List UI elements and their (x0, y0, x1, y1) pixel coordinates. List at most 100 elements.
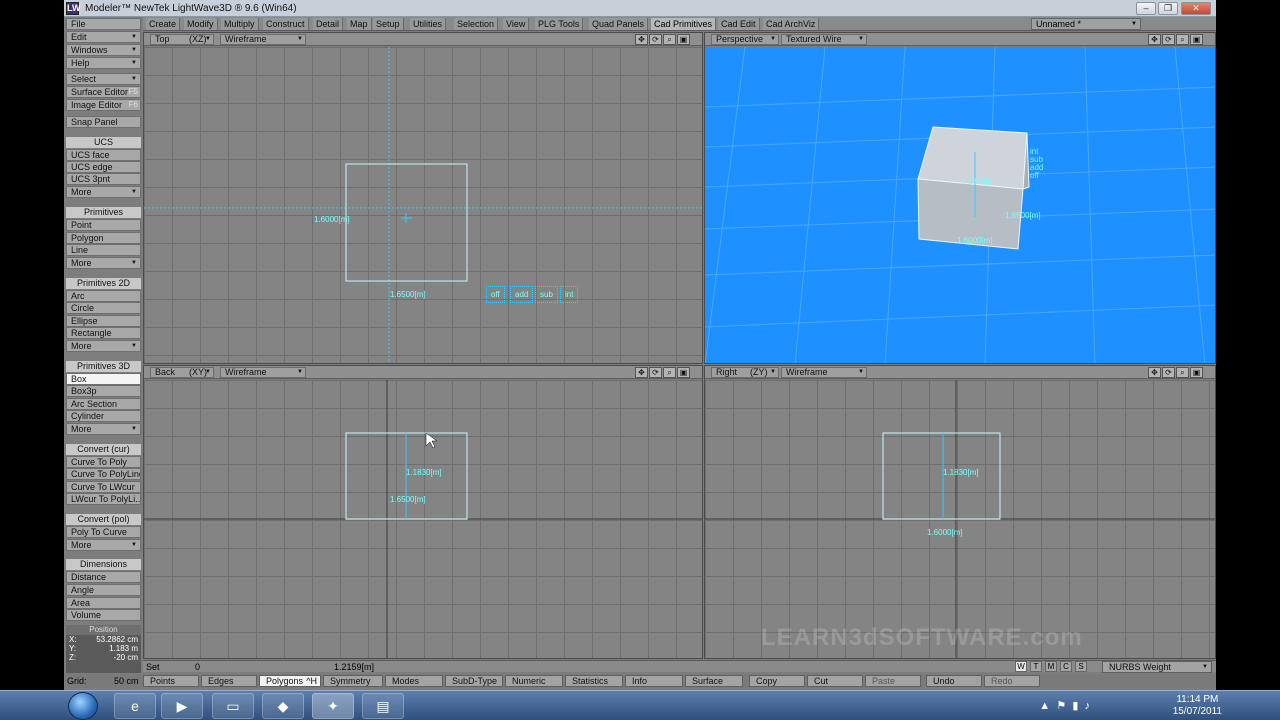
tab-quad-panels[interactable]: Quad Panels (589, 18, 649, 30)
render-mode-right[interactable]: Wireframe (781, 367, 867, 378)
maximize-viewport-icon[interactable]: ▣ (1190, 34, 1203, 45)
clock[interactable]: 11:14 PM 15/07/2011 (1173, 694, 1222, 718)
line-button[interactable]: Line (66, 244, 141, 256)
render-mode-back[interactable]: Wireframe (220, 367, 306, 378)
vmap-select[interactable]: NURBS Weight ▼ (1102, 661, 1212, 673)
boolean-int-button[interactable]: int (560, 286, 579, 303)
maximize-viewport-icon[interactable]: ▣ (1190, 367, 1203, 378)
curve-to-poly-button[interactable]: Curve To Poly (66, 456, 141, 468)
wtm-c[interactable]: C (1060, 661, 1072, 672)
area-button[interactable]: Area (66, 597, 141, 609)
undo-button[interactable]: Undo (926, 675, 982, 687)
box3p-button[interactable]: Box3p (66, 385, 141, 397)
tab-cad-archviz[interactable]: Cad ArchViz (763, 18, 820, 30)
lwcur-to-polyline-button[interactable]: LWcur To PolyLi... (66, 493, 141, 505)
tab-multiply[interactable]: Multiply (221, 18, 259, 30)
lightwave-modeler-icon[interactable]: ✦ (312, 693, 354, 719)
viewport-back[interactable]: Back (XY) Wireframe ✥ ⟳ ⌕ ▣ 1.1830[m] 1.6… (143, 365, 703, 659)
surface-button[interactable]: Surface (685, 675, 743, 687)
viewport-back-canvas[interactable]: 1.1830[m] 1.6500[m] (144, 380, 702, 658)
move-view-icon[interactable]: ✥ (1148, 367, 1161, 378)
flag-icon[interactable]: ⚑ (1056, 700, 1066, 712)
cylinder-button[interactable]: Cylinder (66, 410, 141, 422)
menu-file[interactable]: File (66, 18, 141, 30)
symmetry-button[interactable]: Symmetry (323, 675, 383, 687)
ucs-edge-button[interactable]: UCS edge (66, 161, 141, 173)
curve-to-lwcur-button[interactable]: Curve To LWcur (66, 481, 141, 493)
network-icon[interactable]: ▮ (1072, 700, 1078, 712)
view-select-top[interactable]: Top (XZ) (150, 34, 214, 45)
ellipse-button[interactable]: Ellipse (66, 315, 141, 327)
show-hidden-icons-icon[interactable]: ▲ (1039, 700, 1050, 712)
arc-section-button[interactable]: Arc Section (66, 398, 141, 410)
box-button[interactable]: Box (66, 373, 141, 385)
tab-cad-primitives[interactable]: Cad Primitives (651, 18, 717, 30)
statistics-button[interactable]: Statistics (565, 675, 623, 687)
tab-detail[interactable]: Detail (313, 18, 344, 30)
scene-select[interactable]: Unnamed * ▼ (1031, 18, 1141, 30)
move-view-icon[interactable]: ✥ (1148, 34, 1161, 45)
cut-button[interactable]: Cut (807, 675, 863, 687)
rectangle-button[interactable]: Rectangle (66, 327, 141, 339)
media-player-icon[interactable]: ▶ (161, 693, 203, 719)
view-select-back[interactable]: Back (XY) (150, 367, 214, 378)
points-mode-button[interactable]: Points (143, 675, 199, 687)
boolean-sub-button[interactable]: sub (535, 286, 558, 303)
ucs-3pnt-button[interactable]: UCS 3pnt (66, 173, 141, 185)
viewport-perspective[interactable]: Perspective Textured Wire ✥ ⟳ ⌕ ▣ (704, 32, 1216, 364)
wtm-m[interactable]: M (1045, 661, 1057, 672)
view-select-perspective[interactable]: Perspective (711, 34, 779, 45)
wtm-s[interactable]: S (1075, 661, 1087, 672)
close-button[interactable]: ✕ (1181, 2, 1211, 15)
view-select-right[interactable]: Right (ZY) (711, 367, 779, 378)
tab-view[interactable]: View (503, 18, 530, 30)
restore-button[interactable]: ❐ (1158, 2, 1178, 15)
distance-button[interactable]: Distance (66, 571, 141, 583)
select-dropdown[interactable]: Select (66, 73, 141, 85)
notes-app-icon[interactable]: ▤ (362, 693, 404, 719)
ucs-face-button[interactable]: UCS face (66, 149, 141, 161)
lightwave-layout-icon[interactable]: ◆ (262, 693, 304, 719)
tab-selection[interactable]: Selection (454, 18, 499, 30)
angle-button[interactable]: Angle (66, 584, 141, 596)
rotate-view-icon[interactable]: ⟳ (649, 34, 662, 45)
modes-dropdown[interactable]: Modes (385, 675, 443, 687)
volume-icon[interactable]: ♪ (1085, 700, 1091, 712)
arc-button[interactable]: Arc (66, 290, 141, 302)
primitives-3d-more-button[interactable]: More (66, 423, 141, 435)
point-button[interactable]: Point (66, 219, 141, 231)
primitives-more-button[interactable]: More (66, 257, 141, 269)
zoom-icon[interactable]: ⌕ (663, 367, 676, 378)
redo-button[interactable]: Redo (984, 675, 1040, 687)
menu-windows[interactable]: Windows (66, 44, 141, 56)
subd-type-dropdown[interactable]: SubD-Type (445, 675, 503, 687)
viewport-top[interactable]: Top (XZ) Wireframe ✥ ⟳ ⌕ ▣ 1.6000[m] 1.6… (143, 32, 703, 364)
file-explorer-icon[interactable]: ▭ (212, 693, 254, 719)
move-view-icon[interactable]: ✥ (635, 367, 648, 378)
paste-button[interactable]: Paste (865, 675, 921, 687)
info-button[interactable]: Info (625, 675, 683, 687)
tab-construct[interactable]: Construct (263, 18, 309, 30)
wtm-w[interactable]: W (1015, 661, 1027, 672)
tab-plg-tools[interactable]: PLG Tools (535, 18, 584, 30)
tab-modify[interactable]: Modify (184, 18, 218, 30)
rotate-view-icon[interactable]: ⟳ (1162, 367, 1175, 378)
image-editor-button[interactable]: Image Editor F6 (66, 99, 141, 111)
tab-map[interactable]: Map (347, 18, 372, 30)
tab-create[interactable]: Create (146, 18, 181, 30)
boolean-off-button[interactable]: off (486, 286, 505, 303)
start-button[interactable] (68, 692, 98, 720)
edges-mode-button[interactable]: Edges (201, 675, 257, 687)
maximize-viewport-icon[interactable]: ▣ (677, 34, 690, 45)
zoom-icon[interactable]: ⌕ (1176, 367, 1189, 378)
primitives-2d-more-button[interactable]: More (66, 340, 141, 352)
copy-button[interactable]: Copy (749, 675, 805, 687)
zoom-icon[interactable]: ⌕ (1176, 34, 1189, 45)
rotate-view-icon[interactable]: ⟳ (1162, 34, 1175, 45)
render-mode-top[interactable]: Wireframe (220, 34, 306, 45)
viewport-perspective-canvas[interactable]: 1.1830[m] 1.6500[m] 1.6000[m] int sub add o… (705, 47, 1215, 363)
tab-setup[interactable]: Setup (373, 18, 404, 30)
maximize-viewport-icon[interactable]: ▣ (677, 367, 690, 378)
internet-explorer-icon[interactable]: e (114, 693, 156, 719)
snap-panel-button[interactable]: Snap Panel (66, 116, 141, 128)
